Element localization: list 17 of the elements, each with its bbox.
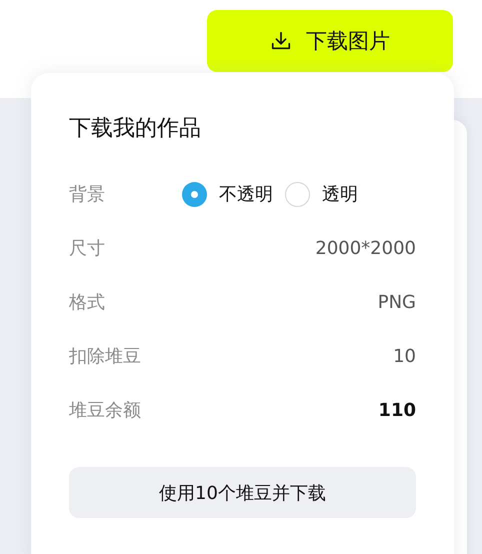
download-button[interactable]: 下载图片 (207, 10, 453, 72)
field-value: PNG (378, 292, 416, 312)
confirm-download-button[interactable]: 使用10个堆豆并下载 (69, 467, 416, 518)
panel-title: 下载我的作品 (69, 115, 202, 143)
radio-button[interactable] (182, 182, 207, 206)
field-value: 2000*2000 (315, 238, 416, 258)
field-value: 110 (378, 400, 416, 420)
background-label: 背景 (69, 183, 106, 206)
field-label: 堆豆余额 (69, 399, 142, 422)
field-label: 扣除堆豆 (69, 345, 142, 368)
radio-button[interactable] (285, 182, 310, 206)
field-label: 尺寸 (69, 237, 106, 260)
background-option[interactable]: 透明 (285, 182, 358, 206)
field-label: 格式 (69, 291, 106, 314)
download-icon (270, 30, 292, 52)
field-value: 10 (393, 346, 416, 366)
background-option[interactable]: 不透明 (182, 182, 273, 206)
